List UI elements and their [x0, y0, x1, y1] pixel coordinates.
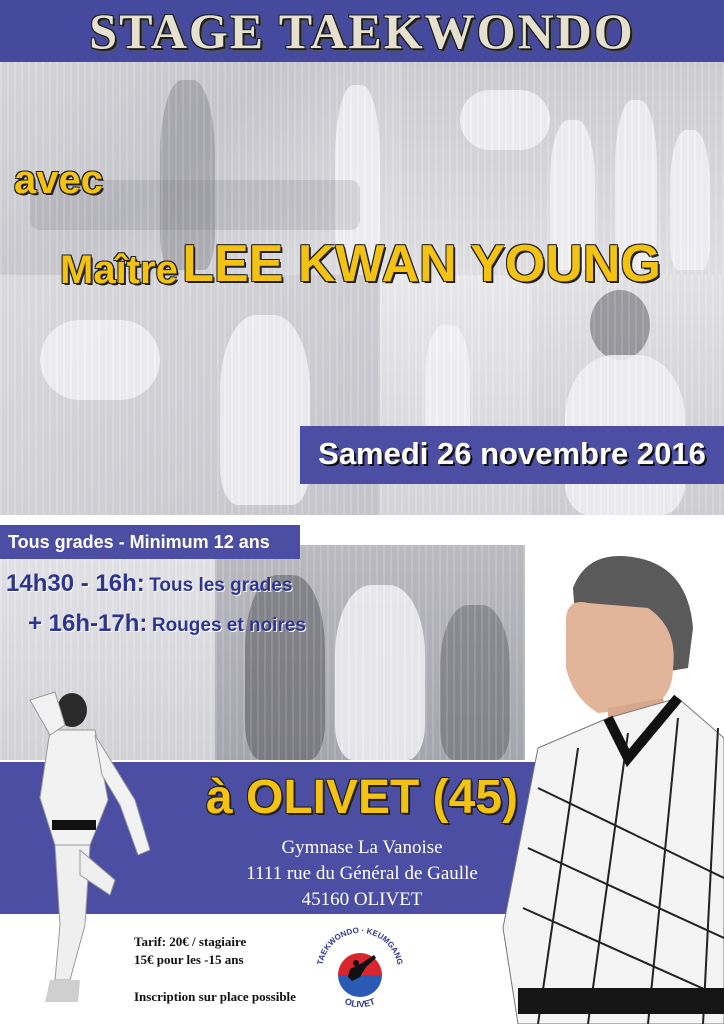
price-line-2: 15€ pour les -15 ans [134, 952, 244, 967]
club-logo: TAEKWONDO · KEUMGANG OLIVET [316, 926, 405, 1009]
master-line: Maître LEE KWAN YOUNG [60, 238, 661, 290]
with-label: avec [14, 158, 103, 202]
master-name: LEE KWAN YOUNG [182, 235, 661, 293]
schedule-time-2: + 16h-17h: [28, 610, 148, 637]
price-line-1: Tarif: 20€ / stagiaire [134, 934, 247, 949]
schedule-group-2: Rouges et noires [151, 615, 306, 636]
master-prefix: Maître [60, 248, 178, 292]
schedule-group-1: Tous les grades [149, 575, 293, 596]
schedule-time-1: 14h30 - 16h: [6, 570, 145, 597]
logo-figure-head [353, 960, 359, 966]
master-portrait [502, 556, 724, 1024]
page-title: STAGE TAEKWONDO [89, 3, 635, 59]
logo-blue-half [338, 975, 382, 997]
logo-bottom-text: OLIVET [343, 996, 377, 1009]
schedule-line-1: 14h30 - 16h: Tous les grades [6, 572, 292, 596]
event-date: Samedi 26 novembre 2016 [318, 436, 706, 471]
schedule-line-2: + 16h-17h: Rouges et noires [28, 612, 306, 636]
registration-note: Inscription sur place possible [134, 989, 296, 1004]
grades-label: Tous grades - Minimum 12 ans [8, 532, 270, 552]
